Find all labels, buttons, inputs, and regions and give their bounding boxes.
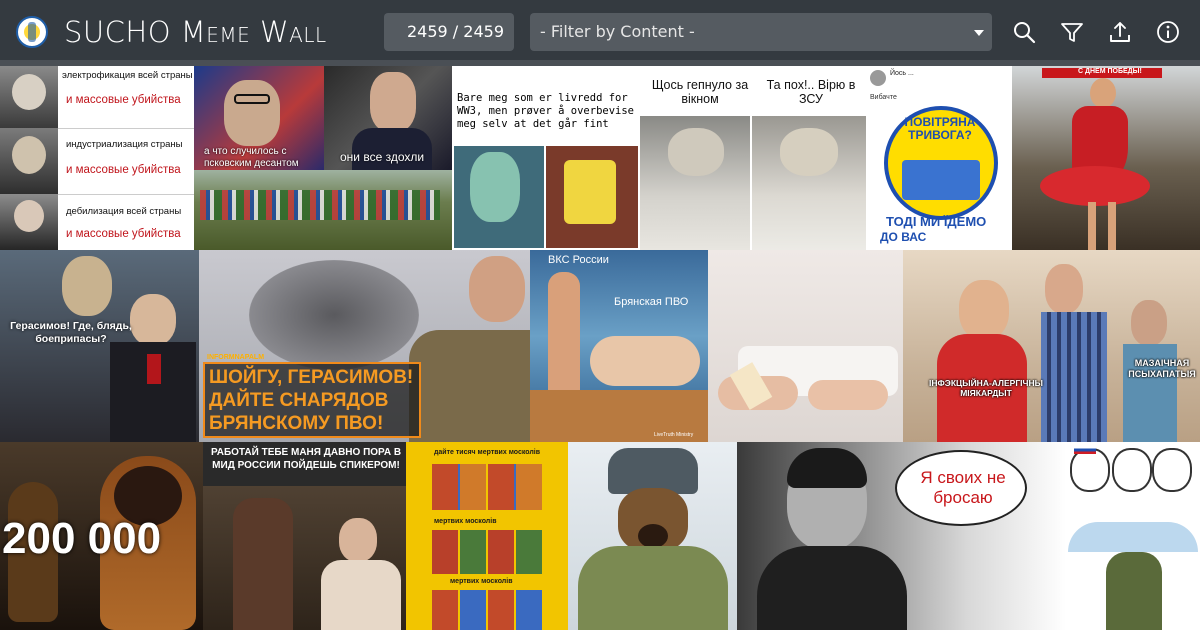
caption: Та пох!.. Вірю в ЗСУ: [766, 78, 856, 106]
avatar: [870, 70, 886, 86]
caption: и массовые убийства: [66, 164, 181, 176]
meme-tile-dolls[interactable]: 200 000: [0, 442, 203, 630]
caption: дебилизация всей страны: [66, 206, 182, 217]
caption: Я своих не бросаю: [920, 468, 1006, 507]
meme-tile-dog[interactable]: [568, 442, 737, 630]
caption: РАБОТАЙ ТЕБЕ МАНЯ ДАВНО ПОРА В МИД РОССИ…: [210, 447, 402, 471]
meme-tile-putin-interview[interactable]: а что случилось с псковским десантом они…: [194, 66, 452, 250]
caption: и массовые убийства: [66, 228, 181, 240]
uniform: [578, 546, 728, 630]
meme-tile-cat[interactable]: Щось гепнуло за вікном Та пох!.. Вірю в …: [640, 66, 866, 250]
caption: Йось ...: [890, 70, 914, 77]
caption: INFORMNAPALM: [207, 354, 265, 361]
caption: Брянская ПВО: [614, 296, 689, 308]
meme-tile-shoigu[interactable]: INFORMNAPALM ШОЙГУ, ГЕРАСИМОВ! ДАЙТЕ СНА…: [199, 250, 530, 442]
caption: ІНФЭКЦЫЙНА-АЛЕРГІЧНЫ МІЯКАРДЫТ: [929, 378, 1043, 398]
caption: Вибачте: [870, 94, 897, 101]
filter-icon[interactable]: [1059, 19, 1085, 45]
caption: С ДНЕМ ПОБЕДЫ!: [1078, 68, 1142, 75]
caption: индустриализация страны: [66, 139, 183, 150]
caption: ВКС России: [548, 254, 609, 266]
plaid-shirt: [1041, 312, 1107, 442]
caption: а что случилось с псковским десантом: [204, 146, 299, 169]
caption: ТОДІ МИ ЇДЕМО: [886, 214, 987, 229]
meme-tile-gerasimov[interactable]: Герасимов! Где, блядь, боеприпасы?: [0, 250, 199, 442]
meme-tile-dancer[interactable]: С ДНЕМ ПОБЕДЫ!: [1012, 66, 1200, 250]
meme-tile-painting[interactable]: ВКС России Брянская ПВО LiveTruth Minist…: [530, 250, 708, 442]
figure-woman: [590, 336, 700, 386]
caption: электрофикация всей страны: [62, 70, 193, 81]
caption: дайте тисяч мертвих москолів: [433, 449, 541, 456]
top-navbar: SUCHO Meme Wall 2459 / 2459 - Filter by …: [0, 0, 1200, 66]
result-counter: 2459 / 2459: [384, 13, 514, 51]
upload-icon[interactable]: [1107, 19, 1133, 45]
caption: LiveTruth Ministry: [654, 432, 694, 438]
meme-tile-morgue[interactable]: [708, 250, 903, 442]
caption: 200 000: [2, 514, 162, 563]
app-title[interactable]: SUCHO Meme Wall: [64, 10, 327, 54]
caption: мертвих москолів: [450, 578, 513, 585]
caption: ПОВІТРЯНА ТРИВОГА?: [904, 115, 976, 142]
meme-tile-soyjak[interactable]: [1066, 442, 1200, 630]
meme-tile-beatles[interactable]: дайте тисяч мертвих москолів мертвих мос…: [406, 442, 568, 630]
meme-tile-lenin[interactable]: электрофикация всей страны и массовые уб…: [0, 66, 194, 250]
caption: они все здохли: [340, 150, 425, 164]
caption: МАЗАІЧНАЯ ПСЫХАПАТЫЯ: [1128, 358, 1196, 379]
caption: Bare meg som er livredd for WW3, men prø…: [457, 92, 635, 130]
logo-icon[interactable]: [16, 16, 48, 48]
caption: Щось гепнуло за вікном: [651, 78, 749, 106]
soldier: [1106, 552, 1162, 630]
smoke-cloud: [249, 260, 419, 370]
meme-tile-kobzon[interactable]: Я своих не бросаю: [737, 442, 1066, 630]
filter-select-label: - Filter by Content -: [540, 22, 695, 41]
search-icon[interactable]: [1011, 19, 1037, 45]
meme-tile-air-raid[interactable]: Йось ... Вибачте ПОВІТРЯНА ТРИВОГА? ТОДІ…: [866, 66, 1012, 250]
umbrella: [1068, 522, 1198, 552]
meme-tile-distracted[interactable]: ІНФЭКЦЫЙНА-АЛЕРГІЧНЫ МІЯКАРДЫТ МАЗАІЧНАЯ…: [903, 250, 1200, 442]
caption: и массовые убийства: [66, 94, 181, 106]
caption: ШОЙГУ, ГЕРАСИМОВ! ДАЙТЕ СНАРЯДОВ БРЯНСКО…: [209, 367, 414, 434]
caption: ДО ВАС: [880, 230, 927, 244]
meme-tile-zakharova[interactable]: РАБОТАЙ ТЕБЕ МАНЯ ДАВНО ПОРА В МИД РОССИ…: [203, 442, 406, 630]
filter-select[interactable]: - Filter by Content -: [530, 13, 992, 51]
caption: Герасимов! Где, блядь, боеприпасы?: [10, 320, 132, 345]
info-icon[interactable]: [1155, 19, 1181, 45]
truck-graphic: [902, 160, 980, 200]
chevron-down-icon: [974, 30, 984, 36]
meme-tile-squidward[interactable]: Bare meg som er livredd for WW3, men prø…: [452, 66, 640, 250]
caption: мертвих москолів: [434, 518, 497, 525]
